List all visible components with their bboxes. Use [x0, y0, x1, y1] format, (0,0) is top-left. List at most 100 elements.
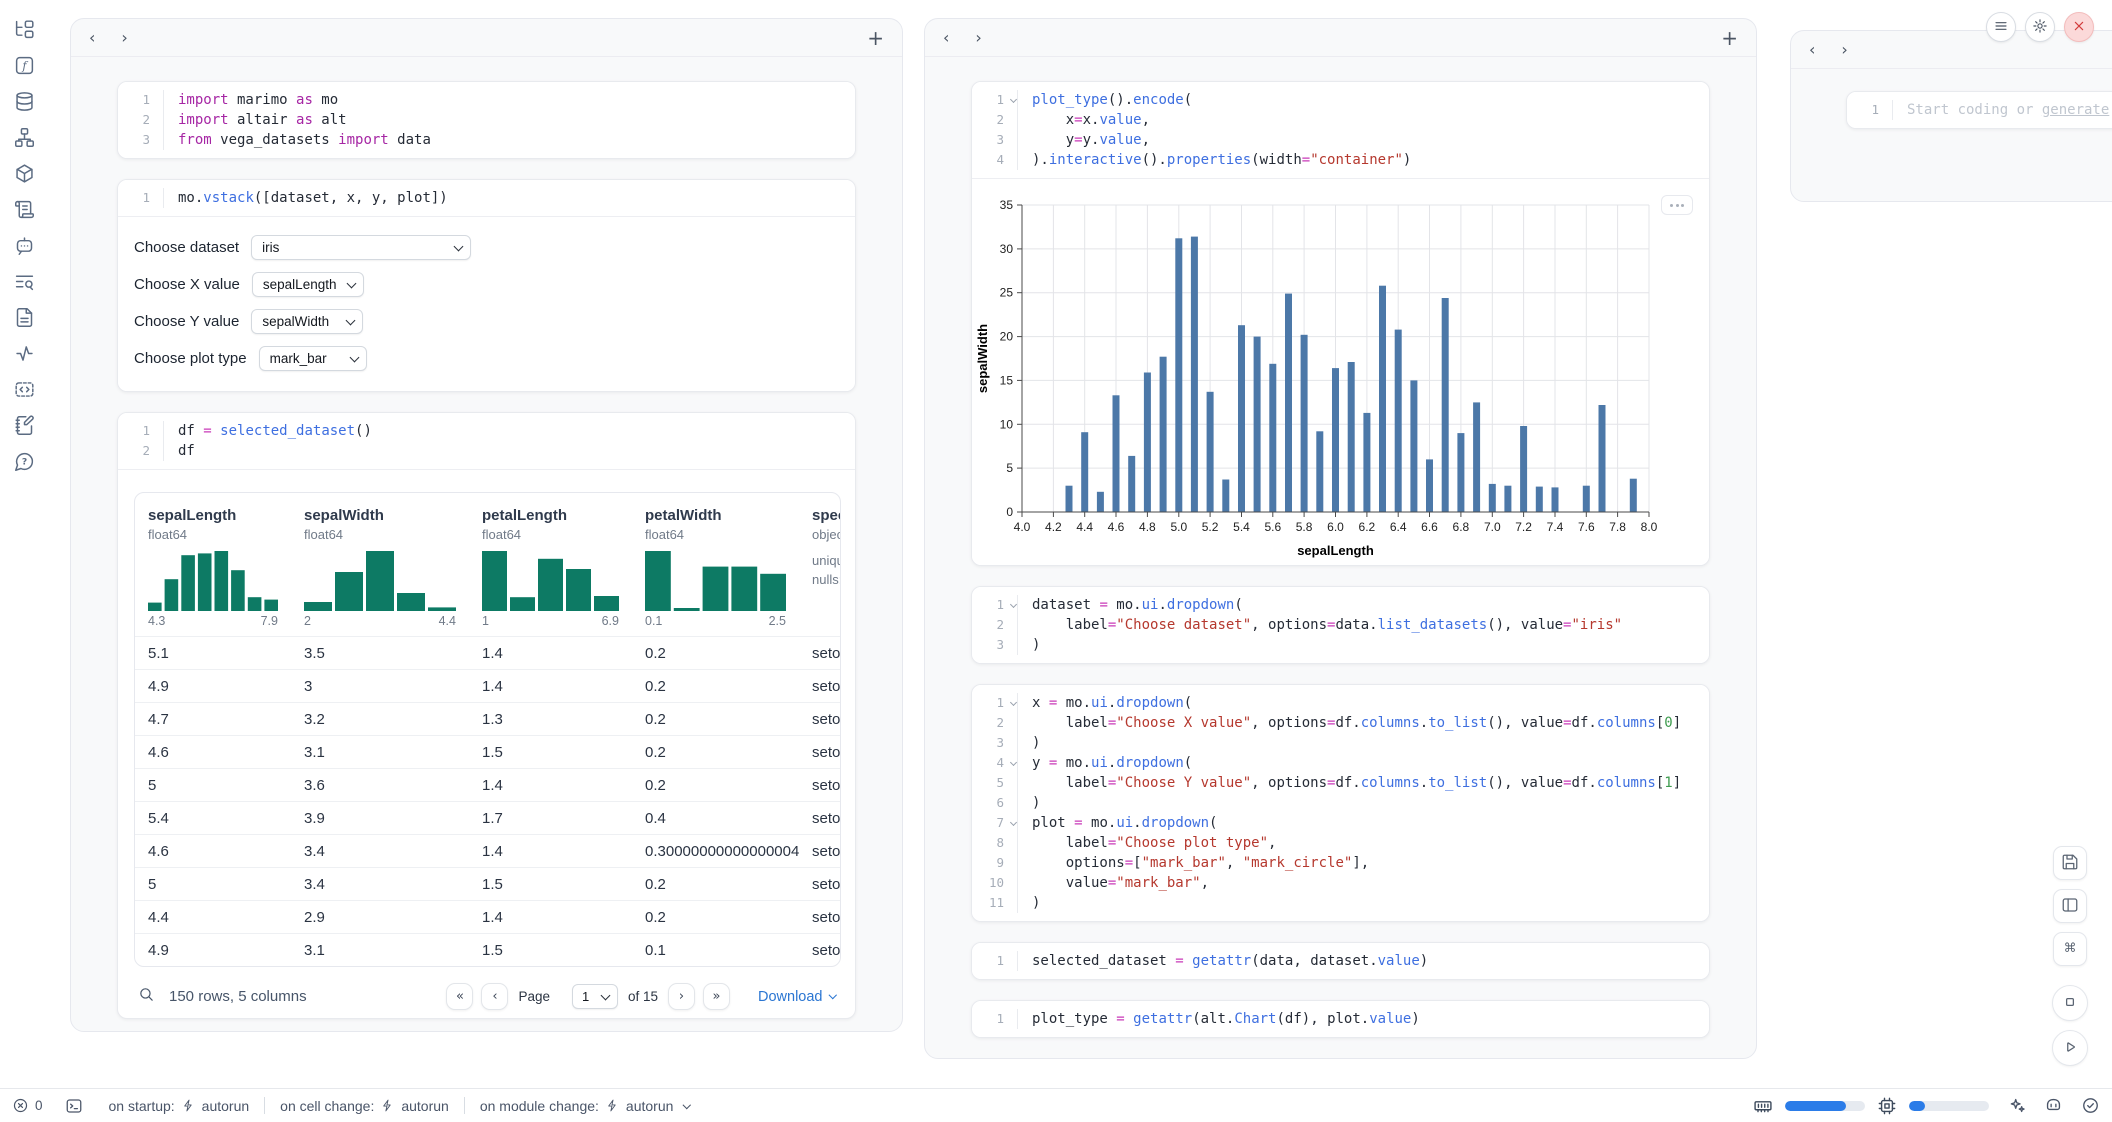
- download-button[interactable]: Download: [758, 989, 835, 1005]
- dataframe-table: sepalLengthfloat644.37.9sepalWidthfloat6…: [134, 492, 841, 967]
- code-editor[interactable]: 1df = selected_dataset()2df: [118, 413, 855, 469]
- runtime-on-module-change[interactable]: on module change:autorun: [480, 1098, 690, 1114]
- copilot-button[interactable]: [2044, 1096, 2063, 1115]
- fold-toggle-icon[interactable]: [1010, 819, 1017, 826]
- command-button[interactable]: ⌘: [2053, 932, 2087, 966]
- svg-text:20: 20: [1000, 330, 1014, 344]
- column-prev-button[interactable]: ‹: [943, 30, 949, 46]
- dropdown-controls: Choose datasetirisChoose X valuesepalLen…: [118, 216, 855, 391]
- sidebar-bot-message-icon[interactable]: [13, 234, 35, 256]
- fold-toggle-icon[interactable]: [1010, 699, 1017, 706]
- generate-link[interactable]: generate: [2042, 102, 2109, 118]
- dropdown-select[interactable]: sepalLength: [252, 272, 364, 297]
- sidebar-database-icon[interactable]: [13, 90, 35, 112]
- first-page-button[interactable]: «: [446, 983, 473, 1010]
- sidebar-notebook-pen-icon[interactable]: [13, 414, 35, 436]
- sidebar-package-icon[interactable]: [13, 162, 35, 184]
- dropdown-select[interactable]: mark_bar: [259, 346, 367, 371]
- column-name: sepalLength: [148, 507, 278, 524]
- code-editor[interactable]: 1x = mo.ui.dropdown(2 label="Choose X va…: [972, 685, 1709, 921]
- choose-x-value-dropdown: sepalLength: [252, 272, 364, 297]
- notebook-cell: 1selected_dataset = getattr(data, datase…: [971, 942, 1710, 980]
- column-next-button[interactable]: ›: [121, 30, 127, 46]
- code-editor[interactable]: 1 Start coding or generate with AI: [1847, 92, 2112, 128]
- row-count-summary: 150 rows, 5 columns: [169, 988, 307, 1005]
- code-editor[interactable]: 1selected_dataset = getattr(data, datase…: [972, 943, 1709, 979]
- chart-menu-button[interactable]: [1661, 195, 1693, 215]
- sidebar-text-search-icon[interactable]: [13, 270, 35, 292]
- column-name: species: [812, 507, 841, 524]
- table-row: 4.42.91.40.2setosa: [135, 900, 840, 933]
- column-prev-button[interactable]: ‹: [1809, 42, 1815, 58]
- code-editor[interactable]: 1plot_type().encode(2 x=x.value,3 y=y.va…: [972, 82, 1709, 178]
- line-number: 1: [972, 693, 1018, 713]
- fold-toggle-icon[interactable]: [1010, 601, 1017, 608]
- code-editor[interactable]: 1dataset = mo.ui.dropdown(2 label="Choos…: [972, 587, 1709, 663]
- column-2-header: ‹ › +: [925, 19, 1756, 57]
- sidebar-function-square-icon[interactable]: f: [13, 54, 35, 76]
- sidebar-file-text-icon[interactable]: [13, 306, 35, 328]
- run-button[interactable]: [2052, 1030, 2088, 1066]
- sidebar-file-tree-icon[interactable]: [13, 18, 35, 40]
- terminal-button[interactable]: [65, 1097, 83, 1115]
- status-right: [1753, 1096, 2100, 1116]
- check-circle-button[interactable]: [2081, 1096, 2100, 1115]
- page-select[interactable]: 1: [572, 984, 618, 1009]
- runtime-on-cell-change[interactable]: on cell change:autorun: [280, 1098, 449, 1114]
- altair-bar-chart[interactable]: 4.04.24.44.64.85.05.25.45.65.86.06.26.46…: [972, 179, 1710, 566]
- column-next-button[interactable]: ›: [1841, 42, 1847, 58]
- menu-icon: [1993, 18, 2009, 37]
- add-cell-button[interactable]: +: [1721, 28, 1738, 48]
- pagination: «‹Page1of 15›»Download: [446, 983, 835, 1010]
- runtime-on-startup[interactable]: on startup:autorun: [109, 1098, 250, 1114]
- code-editor[interactable]: 1mo.vstack([dataset, x, y, plot]): [118, 180, 855, 216]
- dropdown-select[interactable]: sepalWidth: [251, 309, 363, 334]
- line-number: 7: [972, 813, 1018, 833]
- line-number: 2: [972, 110, 1018, 130]
- cpu-icon: [1877, 1096, 1897, 1116]
- stop-button[interactable]: [2052, 985, 2088, 1021]
- column-range: 24.4: [304, 614, 456, 636]
- column-histogram: [304, 551, 456, 611]
- svg-text:7.4: 7.4: [1547, 520, 1564, 534]
- search-icon[interactable]: [138, 986, 155, 1008]
- settings-button[interactable]: [2025, 12, 2055, 42]
- fold-toggle-icon[interactable]: [1010, 96, 1017, 103]
- code-editor[interactable]: 1plot_type = getattr(alt.Chart(df), plot…: [972, 1001, 1709, 1037]
- save-button[interactable]: [2053, 846, 2087, 880]
- next-page-button[interactable]: ›: [668, 983, 695, 1010]
- menu-button[interactable]: [1986, 12, 2016, 42]
- fold-toggle-icon[interactable]: [1010, 759, 1017, 766]
- sidebar-scroll-text-icon[interactable]: [13, 198, 35, 220]
- sidebar-network-icon[interactable]: [13, 126, 35, 148]
- stop-icon: [2061, 993, 2079, 1014]
- add-cell-button[interactable]: +: [867, 28, 884, 48]
- line-number: 3: [972, 130, 1018, 150]
- close-button[interactable]: [2064, 12, 2094, 42]
- column-dtype: object: [812, 527, 841, 542]
- line-number: 9: [972, 853, 1018, 873]
- code-line: 2 label="Choose dataset", options=data.l…: [972, 615, 1709, 635]
- svg-text:7.6: 7.6: [1578, 520, 1595, 534]
- layout-columns-button[interactable]: [2053, 889, 2087, 923]
- column-next-button[interactable]: ›: [975, 30, 981, 46]
- dropdown-select[interactable]: iris: [251, 235, 471, 260]
- line-number: 3: [972, 635, 1018, 655]
- sidebar-help-circle-icon[interactable]: ?: [13, 450, 35, 472]
- error-count-button[interactable]: 0: [12, 1097, 43, 1114]
- column-header: sepalLengthfloat644.37.9: [135, 507, 291, 636]
- table-row: 4.931.40.2setosa: [135, 669, 840, 702]
- code-line: 1selected_dataset = getattr(data, datase…: [972, 951, 1709, 971]
- sparkles-button[interactable]: [2007, 1096, 2026, 1115]
- control-row: Choose plot typemark_bar: [134, 346, 839, 371]
- column-prev-button[interactable]: ‹: [89, 30, 95, 46]
- sidebar-activity-icon[interactable]: [13, 342, 35, 364]
- sidebar-snippets-icon[interactable]: [13, 378, 35, 400]
- table-header-row: sepalLengthfloat644.37.9sepalWidthfloat6…: [135, 493, 840, 636]
- prev-page-button[interactable]: ‹: [481, 983, 508, 1010]
- column-dtype: float64: [148, 527, 278, 542]
- code-line: 3from vega_datasets import data: [118, 130, 855, 150]
- run-icon: [2061, 1038, 2079, 1059]
- last-page-button[interactable]: »: [703, 983, 730, 1010]
- code-editor[interactable]: 1import marimo as mo2import altair as al…: [118, 82, 855, 158]
